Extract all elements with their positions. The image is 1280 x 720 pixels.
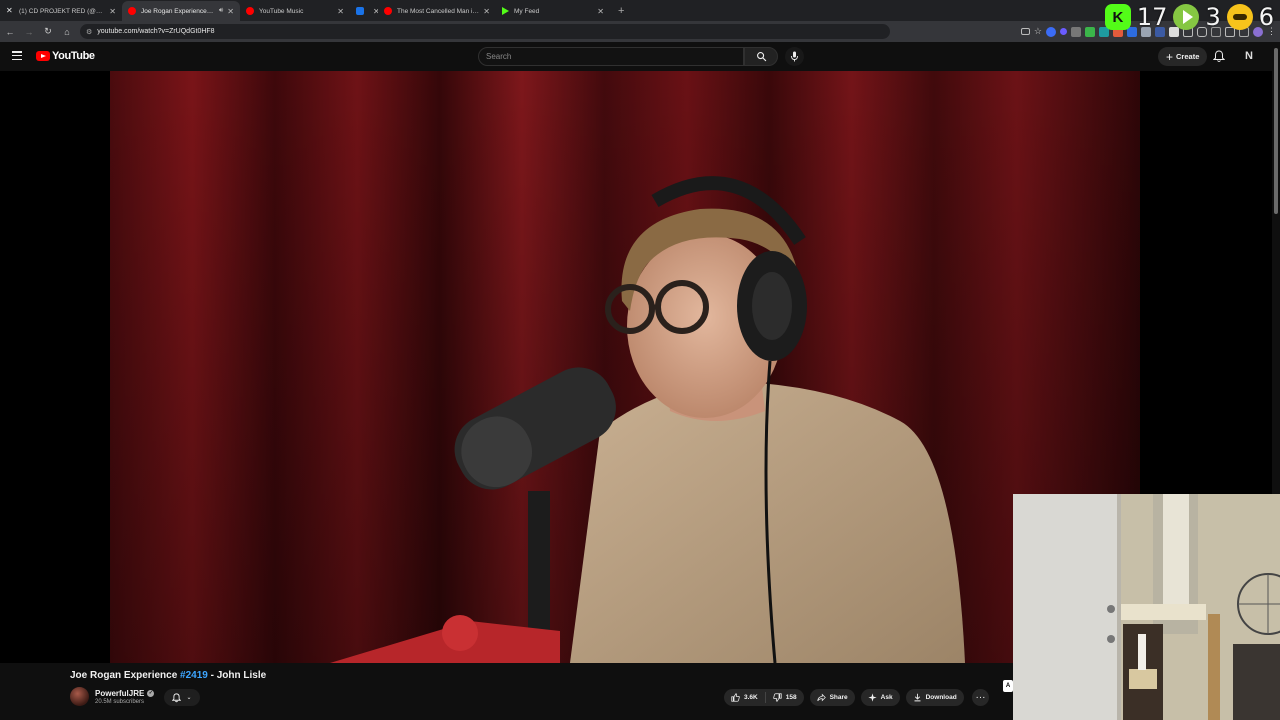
channel-avatar[interactable] <box>70 687 89 706</box>
close-tab-icon[interactable]: ✕ <box>337 7 344 16</box>
episode-hashtag-link[interactable]: #2419 <box>180 670 208 681</box>
video-title: Joe Rogan Experience #2419 - John Lisle <box>70 670 266 681</box>
share-label: Share <box>829 694 848 701</box>
site-info-icon[interactable]: ⚙︎ <box>86 28 92 36</box>
webcam-overlay <box>1013 494 1280 720</box>
share-icon <box>816 693 826 702</box>
channel-meta: PowerfulJRE ✓ 20.5M subscribers <box>95 689 155 705</box>
create-label: Create <box>1176 52 1200 61</box>
more-actions-button[interactable]: ··· <box>972 689 989 706</box>
speaker-icon[interactable]: 🔊︎ <box>219 7 223 15</box>
tab-cd-projekt-red[interactable]: ✕ (1) CD PROJEKT RED (@CDPROJEKTRED) ✕ <box>0 1 122 21</box>
reload-icon[interactable]: ↻ <box>39 23 57 41</box>
screen: ✕ (1) CD PROJEKT RED (@CDPROJEKTRED) ✕ J… <box>0 0 1280 720</box>
tab-my-feed[interactable]: My Feed ✕ <box>496 1 610 21</box>
download-icon <box>914 693 921 702</box>
create-button[interactable]: + Create <box>1158 47 1208 66</box>
youtube-play-icon <box>36 51 50 61</box>
tab-title: YouTube Music <box>259 7 304 15</box>
download-label: Download <box>925 694 957 701</box>
mask-icon <box>1226 4 1253 30</box>
subscription-bell-button[interactable]: ⌄ <box>164 689 200 706</box>
subscriber-count: 20.5M subscribers <box>95 698 145 705</box>
url-text: youtube.com/watch?v=ZrUQdGt0HF8 <box>97 28 215 35</box>
webcam-frame <box>1013 494 1280 720</box>
tab-youtube-music[interactable]: YouTube Music ✕ <box>240 1 350 21</box>
video-actions: 3.6K 158 Share Ask Download <box>724 689 964 706</box>
search-button[interactable] <box>744 47 778 66</box>
back-icon[interactable]: ← <box>1 23 19 41</box>
youtube-logo[interactable]: YouTube <box>36 50 95 62</box>
home-icon[interactable]: ⌂ <box>58 23 76 41</box>
video-title-prefix: Joe Rogan Experience <box>70 670 181 681</box>
youtube-favicon-icon <box>384 7 392 15</box>
thumbs-down-icon <box>772 693 782 702</box>
youtube-music-favicon-icon <box>246 7 254 15</box>
ask-button[interactable]: Ask <box>860 689 900 706</box>
notification-bell-icon <box>172 692 182 702</box>
youtube-favicon-icon <box>128 7 136 15</box>
tab-title: Joe Rogan Experience #2419 - John Lisle <box>141 7 215 15</box>
ask-label: Ask <box>880 694 893 701</box>
voice-search-button[interactable] <box>785 47 804 66</box>
extension-blue-icon[interactable] <box>1046 26 1056 37</box>
thumbs-up-icon <box>731 693 740 702</box>
play-favicon-icon <box>502 7 509 15</box>
youtube-wordmark: YouTube <box>52 50 95 62</box>
hamburger-menu-icon[interactable] <box>12 51 22 60</box>
scrollbar-thumb[interactable] <box>1274 48 1278 214</box>
channel-name-row: PowerfulJRE ✓ <box>95 689 155 698</box>
browser-tabstrip: ✕ (1) CD PROJEKT RED (@CDPROJEKTRED) ✕ J… <box>0 0 1280 21</box>
verified-check-icon: ✓ <box>147 689 155 697</box>
download-button[interactable]: Download <box>905 689 964 706</box>
kick-count: 17 <box>1136 3 1168 31</box>
share-button[interactable]: Share <box>809 689 855 706</box>
tab-mail[interactable]: ✕ <box>350 1 378 21</box>
channel-name[interactable]: PowerfulJRE <box>95 689 144 698</box>
address-bar-row: ← → ↻ ⌂ ⚙︎ youtube.com/watch?v=ZrUQdGt0H… <box>0 21 1280 42</box>
star-icon[interactable]: ☆ <box>1034 26 1042 37</box>
extension-purple-icon[interactable] <box>1060 28 1067 35</box>
dislike-button[interactable]: 158 <box>766 689 804 706</box>
mail-favicon-icon <box>356 7 364 15</box>
stream-counter-overlay: K 17 3 6 <box>1104 0 1280 34</box>
dislike-count: 158 <box>785 694 797 701</box>
x-favicon-icon: ✕ <box>6 6 13 15</box>
new-tab-button[interactable]: + <box>610 1 632 21</box>
tab-title: The Most Cancelled Man in America <box>397 7 479 15</box>
cast-icon[interactable] <box>1020 28 1030 35</box>
tab-joe-rogan[interactable]: Joe Rogan Experience #2419 - John Lisle … <box>122 1 240 21</box>
kick-icon: K <box>1104 4 1131 30</box>
channel-info: PowerfulJRE ✓ 20.5M subscribers <box>70 687 155 706</box>
like-dislike-group: 3.6K 158 <box>724 689 804 706</box>
search-input[interactable] <box>486 52 743 61</box>
chevron-down-icon: ⌄ <box>186 695 192 701</box>
rumble-count: 3 <box>1205 3 1221 31</box>
search-box[interactable] <box>478 47 744 66</box>
like-count: 3.6K <box>744 694 758 701</box>
account-avatar[interactable]: N <box>1242 49 1256 63</box>
extension-grey-icon[interactable] <box>1071 26 1081 37</box>
microphone-icon <box>791 51 798 62</box>
extension-green-icon[interactable] <box>1085 26 1095 37</box>
tab-title: My Feed <box>514 7 540 15</box>
mask-count: 6 <box>1258 3 1274 31</box>
youtube-header: YouTube + Create N <box>0 42 1280 71</box>
tab-title: (1) CD PROJEKT RED (@CDPROJEKTRED) <box>19 7 106 15</box>
close-tab-icon[interactable]: ✕ <box>597 7 604 16</box>
forward-icon[interactable]: → <box>20 23 38 41</box>
sparkle-icon <box>868 693 877 702</box>
close-tab-icon[interactable]: ✕ <box>109 7 116 16</box>
mini-badge[interactable]: A <box>1003 680 1013 692</box>
plus-icon: + <box>1166 49 1174 64</box>
like-button[interactable]: 3.6K <box>724 689 765 706</box>
video-title-suffix: - John Lisle <box>207 670 267 681</box>
search-icon <box>756 52 766 62</box>
omnibox[interactable]: ⚙︎ youtube.com/watch?v=ZrUQdGt0HF8 <box>80 24 890 39</box>
notifications-bell-icon[interactable] <box>1213 50 1225 63</box>
close-tab-icon[interactable]: ✕ <box>483 7 490 16</box>
close-tab-icon[interactable]: ✕ <box>227 7 234 16</box>
tab-most-cancelled-man[interactable]: The Most Cancelled Man in America ✕ <box>378 1 496 21</box>
rumble-icon <box>1173 4 1200 30</box>
